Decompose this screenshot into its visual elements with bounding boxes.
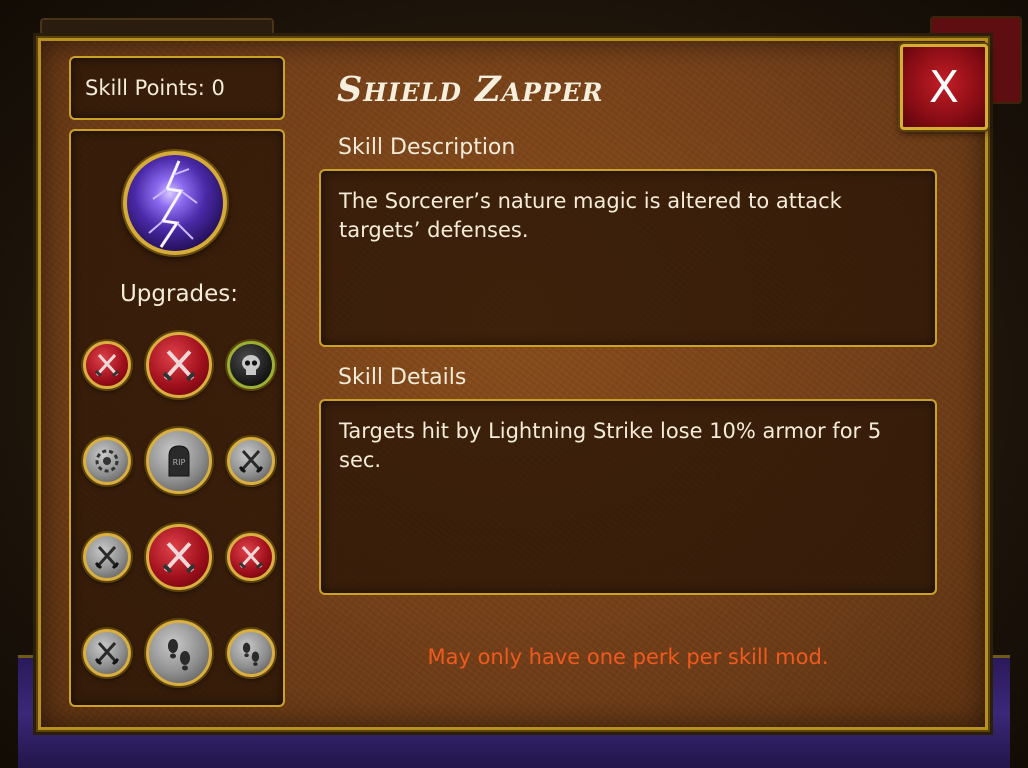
close-button[interactable]: X [900, 44, 988, 130]
gear-ring-icon [95, 449, 119, 473]
perk-limit-note: May only have one perk per skill mod. [427, 645, 829, 669]
upgrade-gear-button[interactable] [83, 437, 131, 485]
upgrade-crossed-swords-button[interactable] [146, 524, 212, 590]
skill-title: Shield Zapper [337, 69, 604, 110]
upgrades-label: Upgrades: [119, 281, 239, 307]
crossed-swords-icon [162, 542, 196, 574]
skull-icon [242, 355, 260, 375]
crossed-swords-icon [162, 350, 196, 382]
footprints-icon [168, 639, 190, 671]
upgrade-crossed-swords-button[interactable] [83, 533, 131, 581]
svg-text:RIP: RIP [173, 458, 186, 467]
skill-details-label: Skill Details [338, 365, 467, 390]
crossed-swords-icon [94, 353, 120, 378]
crossed-swords-icon [94, 641, 120, 666]
upgrade-footprints-button[interactable] [227, 629, 275, 677]
skill-details-box: Targets hit by Lightning Strike lose 10%… [319, 399, 937, 595]
skill-description-label: Skill Description [338, 135, 516, 160]
skill-description-text: The Sorcerer’s nature magic is altered t… [339, 189, 842, 242]
crossed-swords-icon [94, 545, 120, 570]
skill-description-box: The Sorcerer’s nature magic is altered t… [319, 169, 937, 347]
skill-points-box: Skill Points: 0 [69, 56, 285, 120]
crossed-swords-icon [238, 449, 264, 474]
upgrade-crossed-swords-button[interactable] [83, 341, 131, 389]
upgrade-crossed-swords-button[interactable] [227, 533, 275, 581]
upgrade-crossed-swords-button[interactable] [227, 437, 275, 485]
footprints-icon [242, 642, 260, 666]
upgrade-footprints-button[interactable] [146, 620, 212, 686]
tombstone-icon: RIP [168, 445, 190, 477]
upgrade-crossed-swords-button[interactable] [83, 629, 131, 677]
close-icon: X [928, 61, 960, 113]
upgrades-column: Upgrades: RIP [69, 129, 285, 707]
upgrade-tombstone-button[interactable]: RIP [146, 428, 212, 494]
skill-details-text: Targets hit by Lightning Strike lose 10%… [339, 419, 882, 472]
upgrade-crossed-swords-button[interactable] [146, 332, 212, 398]
crossed-swords-icon [238, 545, 264, 570]
skill-points-label: Skill Points: 0 [85, 76, 225, 100]
skill-panel: Skill Points: 0 Upgrades: RIP Shield Zap… [36, 36, 990, 732]
upgrade-skull-button[interactable] [227, 341, 275, 389]
game-screen: Skill Points: 0 Upgrades: RIP Shield Zap… [0, 0, 1028, 768]
lightning-orb-icon [123, 151, 227, 255]
